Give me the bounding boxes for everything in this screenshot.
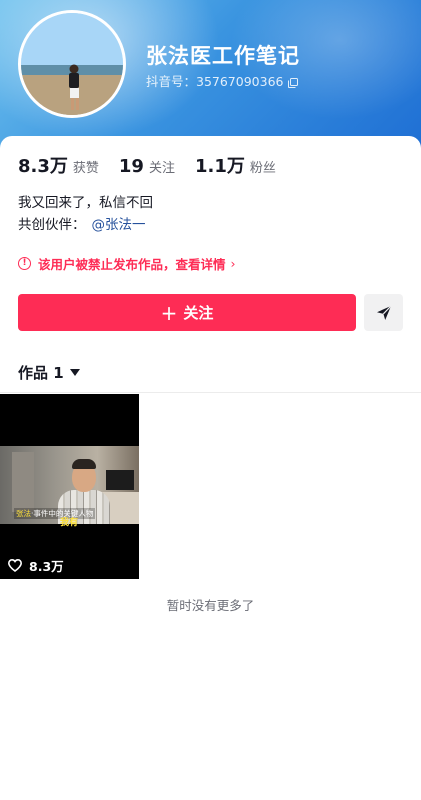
no-more-content-text: 暂时没有更多了 xyxy=(166,598,255,613)
stat-likes[interactable]: 8.3万 获赞 xyxy=(18,152,99,178)
video-thumbnail[interactable]: 张法·事件中的关键人物 我有 8.3万 xyxy=(0,394,139,579)
video-like-count: 8.3万 xyxy=(8,556,64,575)
douyin-id-row[interactable]: 抖音号：35767090366 xyxy=(146,71,299,90)
avatar-photo xyxy=(21,13,123,115)
stat-likes-value: 8.3万 xyxy=(18,156,68,177)
ban-notice-text: 该用户被禁止发布作品，查看详情 xyxy=(38,257,226,272)
copy-icon[interactable] xyxy=(288,76,299,88)
heart-icon xyxy=(8,559,22,572)
stat-following[interactable]: 19 关注 xyxy=(119,156,175,177)
profile-stats: 8.3万 获赞 19 关注 1.1万 粉丝 xyxy=(18,152,296,178)
tab-works-label: 作品 1 xyxy=(18,364,64,382)
profile-nickname: 张法医工作笔记 xyxy=(146,44,300,68)
warning-icon: ! xyxy=(18,257,31,270)
avatar[interactable] xyxy=(18,10,126,118)
video-caption-line1: 张法·事件中的关键人物 xyxy=(14,508,96,519)
frame-door xyxy=(12,452,34,512)
stat-followers[interactable]: 1.1万 粉丝 xyxy=(195,152,276,178)
tab-divider xyxy=(0,392,421,393)
frame-person-hair xyxy=(72,459,96,469)
ban-notice[interactable]: ! 该用户被禁止发布作品，查看详情 › xyxy=(18,254,236,273)
caret-down-icon xyxy=(69,369,80,376)
video-caption-highlight: 张法 xyxy=(16,509,31,518)
chevron-right-icon: › xyxy=(230,256,236,271)
cocreate-label: 共创伙伴： xyxy=(18,217,86,233)
stat-likes-label: 获赞 xyxy=(72,161,99,176)
video-like-value: 8.3万 xyxy=(29,559,64,574)
paper-plane-icon xyxy=(376,305,391,320)
frame-tv xyxy=(106,470,134,490)
cocreate-partners: 共创伙伴： @张法一 xyxy=(18,213,146,233)
douyin-id-text: 抖音号：35767090366 xyxy=(146,74,284,89)
stat-following-value: 19 xyxy=(118,156,144,177)
follow-button-label: 关注 xyxy=(183,304,214,322)
profile-bio: 我又回来了，私信不回 xyxy=(18,195,153,211)
video-caption-line2: 我有 xyxy=(60,518,79,528)
stat-followers-label: 粉丝 xyxy=(249,161,276,176)
plus-icon: + xyxy=(160,300,178,325)
partner-mention-link[interactable]: @张法一 xyxy=(92,217,146,233)
stat-followers-value: 1.1万 xyxy=(194,156,245,177)
stat-following-label: 关注 xyxy=(148,161,175,176)
tab-works[interactable]: 作品 1 xyxy=(18,362,80,383)
share-button[interactable] xyxy=(364,294,403,331)
follow-button[interactable]: + 关注 xyxy=(18,294,356,331)
